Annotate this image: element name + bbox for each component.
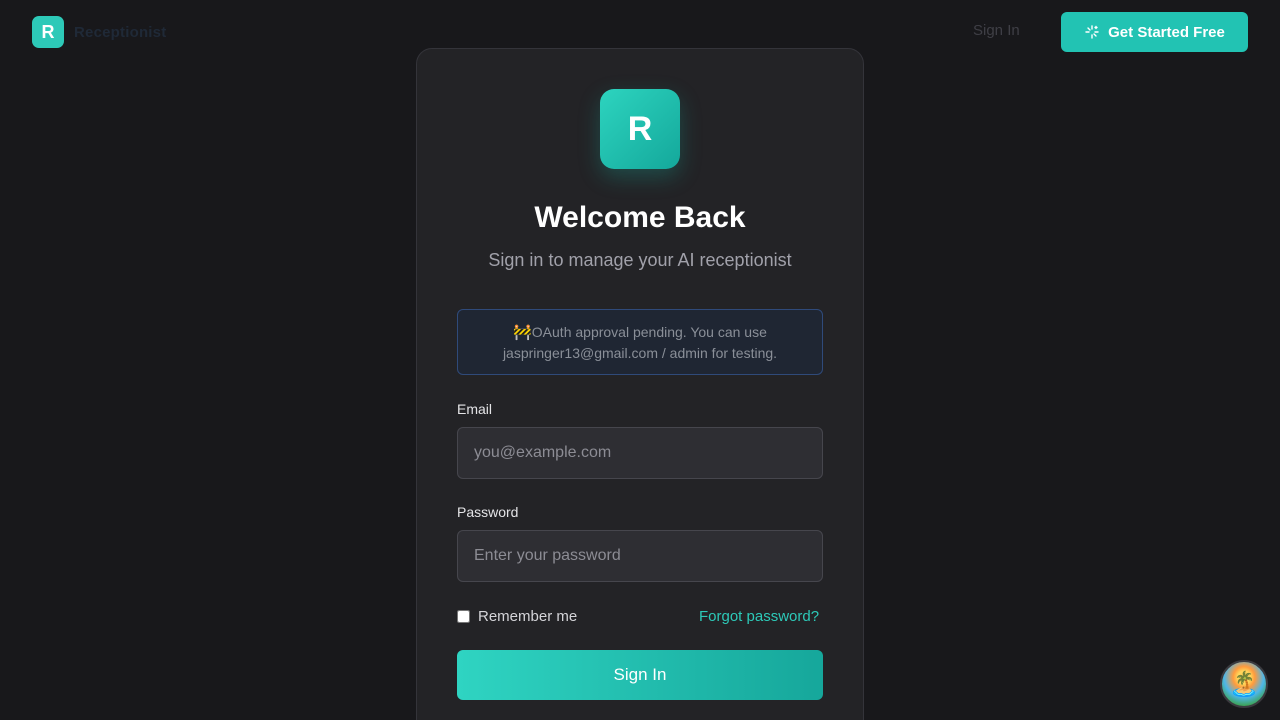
notice-text-2: jaspringer13@gmail.com / admin for testi… bbox=[502, 344, 778, 361]
card-logo: R bbox=[600, 89, 680, 169]
sparkles-icon bbox=[1085, 25, 1099, 39]
signin-button[interactable]: Sign In bbox=[457, 650, 823, 700]
logo-mark: R bbox=[32, 16, 64, 48]
get-started-button[interactable]: Get Started Free bbox=[1061, 12, 1248, 52]
email-label: Email bbox=[457, 401, 493, 417]
remember-me[interactable]: Remember me bbox=[457, 608, 577, 625]
signin-card: R Welcome Back Sign in to manage your AI… bbox=[416, 48, 864, 720]
remember-me-checkbox[interactable] bbox=[457, 610, 470, 623]
remember-me-label: Remember me bbox=[478, 608, 578, 625]
email-field[interactable] bbox=[457, 427, 823, 479]
password-field[interactable] bbox=[457, 530, 823, 582]
forgot-password-link[interactable]: Forgot password? bbox=[699, 608, 819, 625]
notice-line-1: 🚧OAuth approval pending. You can use bbox=[513, 322, 767, 343]
construction-icon: 🚧 bbox=[513, 323, 532, 341]
password-label: Password bbox=[457, 504, 519, 520]
brand-logo[interactable]: R Receptionist bbox=[32, 16, 166, 48]
floating-widget-button[interactable]: 🏝️ bbox=[1220, 660, 1268, 708]
page-title: Welcome Back bbox=[534, 201, 746, 234]
nav-signin-link[interactable]: Sign In bbox=[973, 22, 1020, 39]
get-started-label: Get Started Free bbox=[1108, 23, 1225, 41]
oauth-notice: 🚧OAuth approval pending. You can use jas… bbox=[457, 309, 823, 375]
island-icon: 🏝️ bbox=[1229, 671, 1259, 698]
page-subtitle: Sign in to manage your AI receptionist bbox=[488, 250, 792, 270]
notice-text-1: OAuth approval pending. You can use bbox=[531, 323, 767, 340]
brand-name: Receptionist bbox=[74, 23, 167, 41]
